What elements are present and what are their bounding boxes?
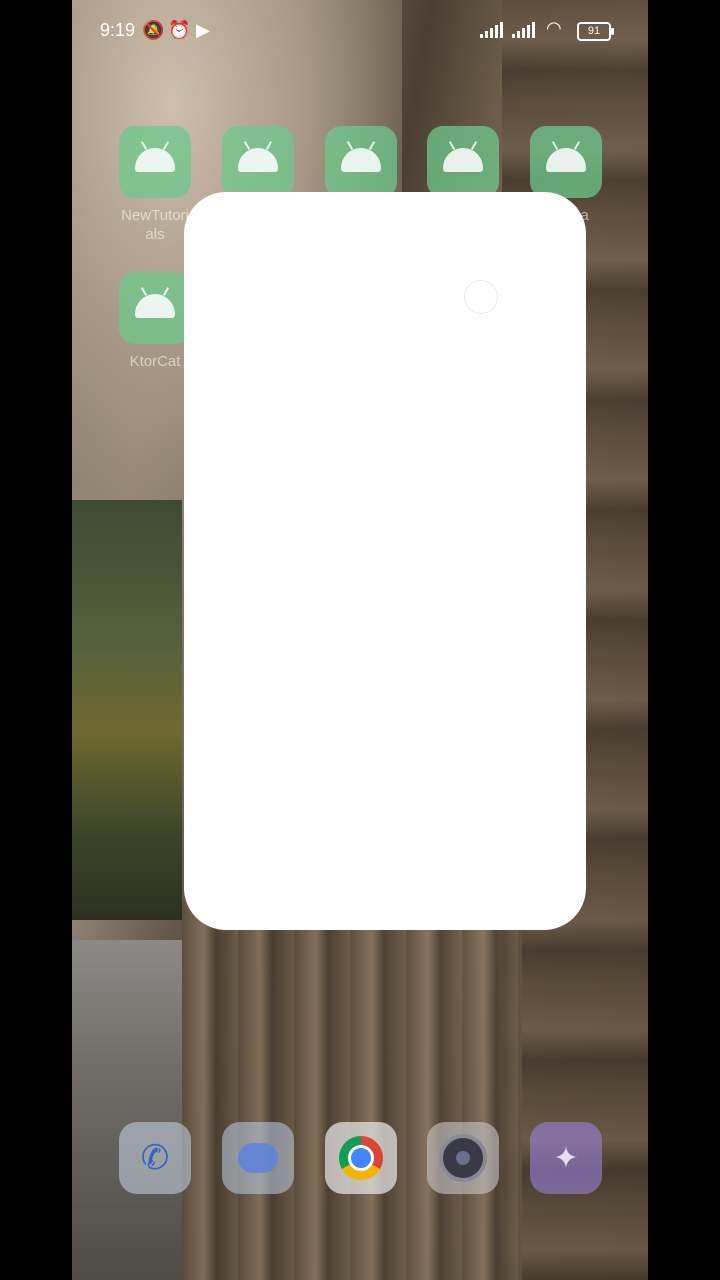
gallery-icon: ✦ xyxy=(553,1141,579,1175)
alarm-icon: ⏰ xyxy=(168,20,191,40)
android-icon xyxy=(135,294,175,318)
app-icon-4[interactable] xyxy=(427,126,499,198)
wifi-icon: ◠ xyxy=(546,18,562,38)
signal-icon xyxy=(512,22,535,38)
chrome-icon xyxy=(339,1136,383,1180)
signal-icon xyxy=(480,22,503,38)
battery-level: 91 xyxy=(587,25,601,37)
message-icon xyxy=(238,1143,278,1173)
dock-chrome-button[interactable] xyxy=(325,1122,397,1194)
android-icon xyxy=(238,148,278,172)
dock-messages-button[interactable] xyxy=(222,1122,294,1194)
phone-icon: ✆ xyxy=(140,1139,170,1177)
android-icon xyxy=(135,148,175,172)
video-icon: ▶ xyxy=(196,20,210,40)
dock-camera-button[interactable] xyxy=(427,1122,499,1194)
app-icon-3[interactable] xyxy=(325,126,397,198)
status-time: 9:19 xyxy=(100,20,136,40)
camera-icon xyxy=(439,1134,487,1182)
dock-gallery-button[interactable]: ✦ xyxy=(530,1122,602,1194)
battery-icon: 91 xyxy=(577,22,614,41)
android-icon xyxy=(341,148,381,172)
bell-off-icon: 🔕 xyxy=(142,20,165,40)
app-icon-2[interactable] xyxy=(222,126,294,198)
wallpaper-road xyxy=(72,940,182,1280)
status-bar: 9:19 🔕 ⏰ ▶ ◠ 91 xyxy=(72,0,648,62)
app-icon-newtutorials[interactable] xyxy=(119,126,191,198)
android-icon xyxy=(443,148,483,172)
home-screen: 9:19 🔕 ⏰ ▶ ◠ 91 NewTutorials Clea KtorCa… xyxy=(72,0,648,1280)
app-icon-ktorcat[interactable] xyxy=(119,272,191,344)
app-launch-card xyxy=(184,192,586,930)
dock-phone-button[interactable]: ✆ xyxy=(119,1122,191,1194)
wallpaper-columns xyxy=(182,900,522,1280)
wallpaper-trees xyxy=(72,500,182,920)
loading-circle-icon xyxy=(464,280,498,314)
app-icon-clea[interactable] xyxy=(530,126,602,198)
android-icon xyxy=(546,148,586,172)
